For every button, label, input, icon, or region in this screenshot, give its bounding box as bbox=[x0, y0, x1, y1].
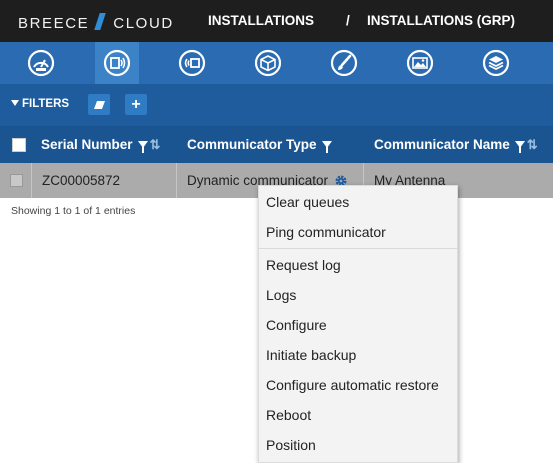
breadcrumb-installations-grp[interactable]: INSTALLATIONS (GRP) bbox=[367, 13, 515, 28]
menu-item-configure[interactable]: Configure bbox=[266, 317, 327, 333]
menu-item-reboot[interactable]: Reboot bbox=[266, 407, 311, 423]
clear-filters-button[interactable] bbox=[88, 94, 110, 115]
add-icon: + bbox=[131, 95, 141, 113]
eraser-icon bbox=[93, 100, 105, 109]
column-header-communicator-name[interactable]: Communicator Name ⇅ bbox=[374, 126, 538, 163]
filter-icon[interactable] bbox=[137, 141, 148, 153]
menu-item-clear-queues[interactable]: Clear queues bbox=[266, 194, 349, 210]
menu-item-ping-communicator[interactable]: Ping communicator bbox=[266, 224, 386, 240]
column-label: Communicator Name bbox=[374, 137, 510, 152]
column-divider bbox=[31, 163, 32, 198]
layers-icon bbox=[482, 49, 510, 77]
nav-communicators[interactable] bbox=[95, 42, 139, 84]
brand-logo[interactable]: BREECE CLOUD bbox=[18, 13, 174, 32]
filter-icon[interactable] bbox=[514, 141, 525, 153]
column-label: Communicator Type bbox=[187, 137, 317, 152]
menu-separator bbox=[259, 248, 457, 249]
cell-serial-number: ZC00005872 bbox=[42, 173, 121, 188]
image-icon bbox=[406, 49, 434, 77]
add-filter-button[interactable]: + bbox=[125, 94, 147, 115]
logo-text-left: BREECE bbox=[18, 15, 90, 32]
row-checkbox[interactable] bbox=[10, 174, 23, 187]
column-header-communicator-type[interactable]: Communicator Type bbox=[187, 126, 332, 163]
context-menu: Clear queues Ping communicator Request l… bbox=[258, 185, 458, 463]
menu-item-initiate-backup[interactable]: Initiate backup bbox=[266, 347, 356, 363]
wireless-icon bbox=[178, 49, 206, 77]
nav-media[interactable] bbox=[398, 42, 442, 84]
top-bar: BREECE CLOUD INSTALLATIONS / INSTALLATION… bbox=[0, 0, 553, 42]
column-divider bbox=[176, 163, 177, 198]
menu-item-configure-automatic-restore[interactable]: Configure automatic restore bbox=[266, 377, 439, 393]
menu-item-logs[interactable]: Logs bbox=[266, 287, 296, 303]
nav-customize[interactable] bbox=[322, 42, 366, 84]
nav-dashboard[interactable] bbox=[19, 42, 63, 84]
icon-nav-bar bbox=[0, 42, 553, 84]
filter-bar: FILTERS + bbox=[0, 84, 553, 126]
sort-icon[interactable]: ⇅ bbox=[527, 137, 538, 153]
menu-item-request-log[interactable]: Request log bbox=[266, 257, 341, 273]
nav-products[interactable] bbox=[246, 42, 290, 84]
select-all-checkbox[interactable] bbox=[12, 138, 26, 152]
nav-wireless[interactable] bbox=[170, 42, 214, 84]
column-header-serial-number[interactable]: Serial Number ⇅ bbox=[41, 126, 160, 163]
column-label: Serial Number bbox=[41, 137, 133, 152]
dashboard-icon bbox=[27, 49, 55, 77]
logo-text-right: CLOUD bbox=[113, 15, 174, 32]
menu-item-position[interactable]: Position bbox=[266, 437, 316, 453]
logo-slash-icon bbox=[94, 13, 107, 30]
filter-icon[interactable] bbox=[321, 141, 332, 153]
table-header: Serial Number ⇅ Communicator Type Commun… bbox=[0, 126, 553, 163]
brush-icon bbox=[330, 49, 358, 77]
filters-label: FILTERS bbox=[22, 98, 70, 110]
filters-toggle[interactable]: FILTERS bbox=[11, 98, 69, 110]
box-icon bbox=[254, 49, 282, 77]
breadcrumb-installations[interactable]: INSTALLATIONS bbox=[208, 13, 314, 28]
communicator-icon bbox=[103, 49, 131, 77]
nav-layers[interactable] bbox=[474, 42, 518, 84]
entries-info: Showing 1 to 1 of 1 entries bbox=[11, 205, 136, 217]
filter-icon bbox=[11, 100, 19, 106]
sort-icon[interactable]: ⇅ bbox=[150, 137, 161, 153]
breadcrumb-separator: / bbox=[346, 13, 350, 28]
